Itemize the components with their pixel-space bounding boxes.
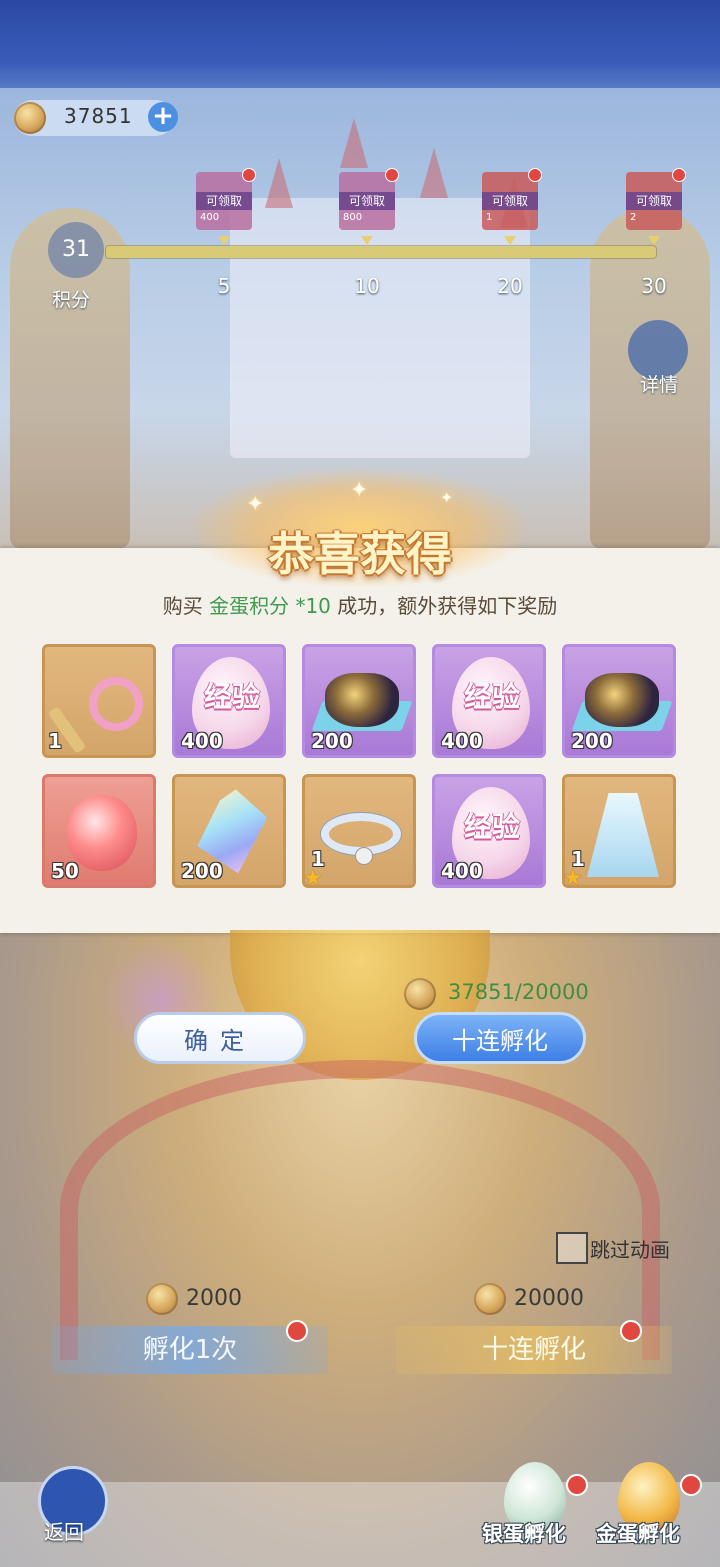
claimable-tag: 可领取 [339,192,395,210]
star-icon: ★ [563,866,583,891]
castle-tower-roof [265,158,293,208]
notification-dot [566,1474,588,1496]
milestone-amount: 2 [630,212,637,223]
milestone-pointer-icon [504,236,516,245]
milestone-reward-5[interactable]: 可领取 400 [196,168,256,230]
milestone-pointer-icon [218,236,230,245]
notification-dot [242,168,256,182]
star-icon: ★ [303,866,323,891]
reward-quantity: 50 [51,859,79,883]
reward-quantity: 400 [441,859,483,883]
milestone-amount: 1 [486,212,493,223]
currency-value: 37851 [64,104,133,128]
milestone-reward-10[interactable]: 可领取 800 [339,168,399,230]
milestone-amount: 400 [200,212,220,223]
star-ore-icon [325,673,399,727]
star-ore-icon [585,673,659,727]
gold-egg-coin-icon [404,978,436,1010]
reward-quantity: 1 [48,729,62,753]
reward-item[interactable]: 经验 400 [432,774,546,888]
reward-item[interactable]: 1 [42,644,156,758]
sparkle-icon: ✦ [350,478,369,503]
cape-icon [587,793,659,877]
notification-dot [286,1320,308,1342]
milestone-amount: 800 [343,212,363,223]
milestone-pointer-icon [648,236,660,245]
reward-item[interactable]: 1 ★ [302,774,416,891]
reward-quantity: 400 [181,729,223,753]
ten-hatch-button[interactable]: 十连孵化 [414,1012,586,1064]
altar-arc [60,1060,660,1360]
claimable-tag: 可领取 [626,192,682,210]
milestone-reward-20[interactable]: 可领取 1 [482,168,542,230]
reward-quantity: 200 [571,729,613,753]
milestone-threshold: 30 [641,274,667,298]
single-hatch-cost: 2000 [186,1286,242,1311]
add-currency-button[interactable]: + [148,102,178,132]
reward-item[interactable]: 200 [562,644,676,758]
points-progress-bar [106,246,656,258]
top-banner-background [0,0,720,90]
popup-title: 恭喜获得 [268,527,452,581]
reward-item[interactable]: 200 [302,644,416,758]
exp-egg-label: 经验 [463,810,520,843]
reward-quantity: 200 [181,859,223,883]
points-label: 积分 [52,289,91,311]
reward-item[interactable]: 经验 400 [432,644,546,758]
milestone-pointer-icon [361,236,373,245]
exp-egg-label: 经验 [203,680,260,713]
notification-dot [680,1474,702,1496]
notification-dot [620,1320,642,1342]
castle-tower-roof [420,148,448,198]
castle-illustration [230,198,530,458]
notification-dot [672,168,686,182]
reward-item[interactable]: 200 [172,774,286,888]
gold-egg-coin-icon [474,1283,506,1315]
reward-item[interactable]: 50 [42,774,156,888]
sparkle-icon: ✦ [440,488,454,507]
notification-dot [528,168,542,182]
magic-wand-icon [89,677,143,731]
silver-egg-tab-label[interactable]: 银蛋孵化 [482,1518,566,1548]
reward-quantity: 400 [441,729,483,753]
message-suffix: 成功，额外获得如下奖励 [330,594,558,618]
hatch-cost-progress: 37851/20000 [448,980,589,1004]
gold-egg-coin-icon [14,102,46,134]
skip-animation-checkbox[interactable] [556,1232,588,1264]
claimable-tag: 可领取 [196,192,252,210]
castle-tower-roof [340,118,368,168]
claimable-tag: 可领取 [482,192,538,210]
gold-egg-coin-icon [146,1283,178,1315]
ten-hatch-cost: 20000 [514,1286,584,1311]
ring-bell [355,847,373,865]
notification-dot [385,168,399,182]
confirm-button[interactable]: 确定 [134,1012,306,1064]
skip-animation-label[interactable]: 跳过动画 [590,1234,670,1263]
gold-egg-tab-label[interactable]: 金蛋孵化 [596,1518,680,1548]
reward-item[interactable]: 1 ★ [562,774,676,891]
detail-button-label[interactable]: 详情 [640,370,678,397]
milestone-reward-30[interactable]: 可领取 2 [626,168,686,230]
milestone-threshold: 10 [354,274,380,298]
exp-egg-label: 经验 [463,680,520,713]
reward-message: 购买 金蛋积分 *10 成功，额外获得如下奖励 [0,590,720,619]
reward-quantity: 200 [311,729,353,753]
points-value: 31 [48,222,104,278]
sparkle-icon: ✦ [246,492,265,517]
back-button-label[interactable]: 返回 [44,1516,84,1545]
message-highlight: 金蛋积分 *10 [209,594,331,618]
milestone-threshold: 5 [217,274,231,298]
message-prefix: 购买 [162,594,210,618]
reward-item[interactable]: 经验 400 [172,644,286,758]
milestone-threshold: 20 [497,274,523,298]
